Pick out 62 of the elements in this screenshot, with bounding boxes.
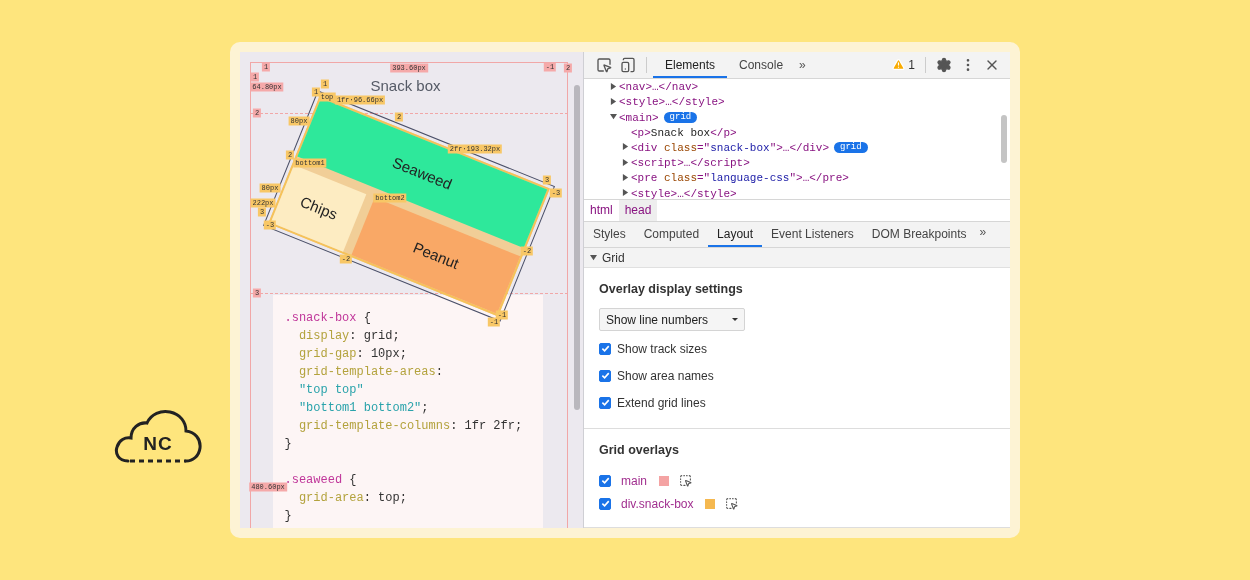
collapsed-arrow-icon[interactable]	[610, 82, 617, 90]
code-line: }	[284, 436, 292, 453]
dom-node[interactable]: <pre class="language-css">…</pre>	[631, 172, 849, 185]
checkbox-label[interactable]: Show track sizes	[617, 341, 708, 356]
more-tabs-button[interactable]: »	[795, 54, 810, 75]
panel-tab[interactable]: Event Listeners	[762, 221, 863, 248]
dom-node[interactable]: <p>Snack box</p>	[631, 126, 737, 139]
panel-tab[interactable]: DOM Breakpoints	[862, 221, 976, 248]
dom-node[interactable]: <main>	[619, 111, 659, 124]
checkbox[interactable]	[599, 342, 611, 355]
code-line: display: grid;	[297, 328, 400, 345]
checkbox-label[interactable]: Show area names	[617, 368, 714, 383]
checkbox[interactable]	[599, 497, 611, 510]
collapsed-arrow-icon[interactable]	[622, 189, 629, 197]
color-swatch[interactable]	[705, 498, 716, 509]
expanded-arrow-icon[interactable]	[590, 254, 597, 262]
color-swatch[interactable]	[659, 475, 669, 486]
dom-node[interactable]: <style>…</style>	[631, 187, 737, 199]
breadcrumb[interactable]: head	[618, 199, 658, 221]
code-line: grid-area: top;	[297, 490, 407, 507]
grid-badge[interactable]: grid	[834, 142, 868, 154]
collapsed-arrow-icon[interactable]	[622, 173, 629, 181]
panel-tab[interactable]: Computed	[634, 221, 709, 248]
scrollbar-thumb[interactable]	[574, 85, 580, 410]
code-line: grid-template-columns: 1fr 2fr;	[297, 418, 523, 435]
checkbox[interactable]	[599, 369, 611, 382]
dropdown[interactable]: Show line numbers	[599, 308, 745, 331]
caret-icon	[731, 317, 739, 322]
grid-badge[interactable]: grid	[663, 112, 698, 124]
overlay-element-label[interactable]: main	[621, 473, 647, 488]
collapsed-arrow-icon[interactable]	[622, 158, 629, 166]
checkbox-label[interactable]: Extend grid lines	[617, 395, 706, 410]
section-heading: Overlay display settings	[599, 282, 744, 296]
section-header[interactable]: Grid	[584, 248, 1010, 268]
code-line: grid-gap: 10px;	[297, 346, 407, 363]
dom-node[interactable]: <style>…</style>	[619, 96, 725, 109]
collapsed-arrow-icon[interactable]	[622, 143, 629, 151]
logo-text: NC	[142, 433, 174, 455]
dom-node[interactable]: <nav>…</nav>	[619, 81, 699, 94]
devtools-tab[interactable]: Console	[727, 52, 796, 78]
code-line: }	[284, 508, 292, 525]
code-line: .seaweed {	[284, 472, 357, 489]
warning-icon	[892, 58, 906, 72]
code-line: grid-template-areas:	[297, 364, 443, 381]
collapsed-arrow-icon[interactable]	[610, 97, 617, 105]
section-heading: Grid overlays	[599, 443, 680, 457]
expanded-arrow-icon[interactable]	[610, 113, 617, 121]
scrollbar-thumb[interactable]	[1001, 114, 1007, 163]
devtools-tab[interactable]: Elements	[653, 52, 728, 78]
checkbox[interactable]	[599, 396, 611, 409]
more-tabs-button[interactable]: »	[975, 221, 991, 242]
code-line: "bottom1 bottom2";	[297, 400, 429, 417]
dom-node[interactable]: <div class="snack-box">…</div>	[631, 142, 830, 154]
code-line: "top top"	[297, 382, 364, 399]
overlay-element-label[interactable]: div.snack-box	[621, 496, 694, 511]
page-title: Snack box	[370, 77, 441, 94]
dom-node[interactable]: <script>…</script>	[631, 157, 750, 170]
breadcrumb[interactable]: html	[584, 199, 619, 221]
warnings-button[interactable]: 1	[888, 54, 919, 75]
panel-tab[interactable]: Styles	[584, 221, 635, 248]
section-title: Grid	[602, 250, 625, 265]
checkbox[interactable]	[599, 474, 611, 487]
